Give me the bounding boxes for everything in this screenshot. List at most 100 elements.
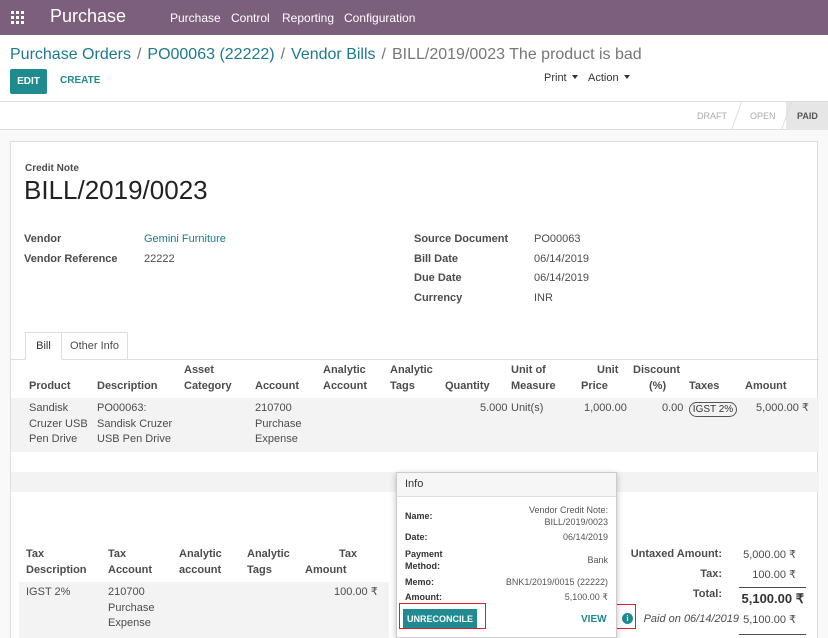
row-account: 210700 Purchase Expense <box>255 401 301 448</box>
tab-divider <box>11 359 819 360</box>
row-product-line: Pen Drive <box>29 433 78 445</box>
caret-down-icon <box>623 75 630 79</box>
vendor-reference-value: 22222 <box>144 253 175 265</box>
tax-col-analytic-tags-2: Tags <box>247 564 272 576</box>
paid-divider <box>739 634 806 635</box>
bill-date-label: Bill Date <box>414 253 459 265</box>
tab-other-info[interactable]: Other Info <box>62 332 128 360</box>
col-amount: Amount <box>745 380 787 392</box>
vendor-link[interactable]: Gemini Furniture <box>144 233 226 245</box>
row-amount: 5,000.00 ₹ <box>756 402 809 414</box>
menu-control[interactable]: Control <box>231 11 270 25</box>
bill-date-value: 06/14/2019 <box>534 253 590 265</box>
tax-col-description-2: Description <box>26 564 87 576</box>
popover-name-value-2: BILL/2019/0023 <box>544 517 608 527</box>
row-product-line: Sandisk <box>29 402 69 414</box>
vendor-reference-label: Vendor Reference <box>24 253 118 265</box>
breadcrumb-current: BILL/2019/0023 The product is bad <box>392 46 642 63</box>
col-analytic-tags-2: Tags <box>390 380 415 392</box>
popover-name-value-1: Vendor Credit Note: <box>528 505 608 515</box>
breadcrumb-purchase-orders[interactable]: Purchase Orders <box>10 46 131 63</box>
row-description: PO00063: Sandisk Cruzer USB Pen Drive <box>97 401 172 448</box>
tax-badge: IGST 2% <box>689 402 737 417</box>
tax-row-description: IGST 2% <box>26 586 71 598</box>
breadcrumb-separator: / <box>136 46 142 63</box>
popover-memo-label: Memo: <box>405 577 434 587</box>
tax-row-account-line: 210700 <box>108 586 145 598</box>
breadcrumb-separator: / <box>381 46 386 63</box>
row-product-line: Cruzer USB <box>29 417 88 430</box>
popover-date-label: Date: <box>405 532 428 542</box>
popover-title: Info <box>397 473 616 497</box>
breadcrumb-separator: / <box>280 46 286 63</box>
col-uom-2: Measure <box>511 380 556 392</box>
breadcrumb-vendor-bills[interactable]: Vendor Bills <box>291 46 376 63</box>
row-quantity: 5.000 <box>480 402 508 414</box>
row-description-line: Sandisk Cruzer <box>97 417 173 430</box>
tab-bill[interactable]: Bill <box>25 332 62 360</box>
stage-draft[interactable]: DRAFT <box>697 111 727 121</box>
popover-date-value: 06/14/2019 <box>562 532 608 542</box>
col-taxes: Taxes <box>689 380 720 392</box>
row-description-line: USB Pen Drive <box>97 433 171 445</box>
caret-down-icon <box>571 75 578 79</box>
action-label: Action <box>588 72 619 84</box>
info-icon-highlight <box>616 604 636 629</box>
popover-memo-value: BNK1/2019/0015 (22222) <box>505 577 608 587</box>
tax-col-account-1: Tax <box>108 548 127 560</box>
row-account-line: Purchase <box>255 417 302 430</box>
create-button[interactable]: CREATE <box>60 75 100 86</box>
stage-open[interactable]: OPEN <box>750 111 776 121</box>
currency-label: Currency <box>414 292 463 304</box>
tax-row-account-line: Expense <box>108 617 151 629</box>
untaxed-amount-label: Untaxed Amount: <box>630 548 722 560</box>
document-type-label: Credit Note <box>25 163 79 174</box>
row-account-line: 210700 <box>255 402 292 414</box>
paid-on-label: Paid on 06/14/2019 <box>643 613 739 625</box>
due-date-value: 06/14/2019 <box>534 272 590 284</box>
vendor-label: Vendor <box>24 233 62 245</box>
col-discount-1: Discount <box>633 364 681 376</box>
row-product: Sandisk Cruzer USB Pen Drive <box>29 401 88 448</box>
popover-payment-method-label-2: Method: <box>405 561 440 571</box>
popover-amount-label: Amount: <box>405 592 442 602</box>
col-quantity: Quantity <box>445 380 490 392</box>
print-dropdown[interactable]: Print <box>544 72 578 84</box>
popover-amount-value: 5,100.00 ₹ <box>564 592 608 602</box>
col-description: Description <box>97 380 158 392</box>
col-asset-category-2: Category <box>184 380 232 392</box>
apps-grid-icon[interactable] <box>11 11 24 24</box>
col-analytic-tags-1: Analytic <box>390 364 433 376</box>
col-analytic-account-1: Analytic <box>323 364 366 376</box>
col-analytic-account-2: Account <box>323 380 367 392</box>
menu-reporting[interactable]: Reporting <box>282 11 334 25</box>
row-unit-price: 1,000.00 <box>584 402 627 414</box>
stage-paid[interactable]: PAID <box>797 111 818 121</box>
currency-value: INR <box>534 292 553 304</box>
tax-col-analytic-account-2: account <box>179 564 222 576</box>
col-unit-price-1: Unit <box>597 364 619 376</box>
tax-row-account-line: Purchase <box>108 601 155 614</box>
popover-name-label: Name: <box>405 511 433 521</box>
col-uom-1: Unit of <box>511 364 546 376</box>
print-label: Print <box>544 72 567 84</box>
tax-col-amount-1: Tax <box>339 548 358 560</box>
edit-button[interactable]: EDIT <box>10 69 47 94</box>
col-discount-2: (%) <box>649 380 667 392</box>
tax-col-account-2: Account <box>108 564 152 576</box>
col-unit-price-2: Price <box>581 380 608 392</box>
menu-configuration[interactable]: Configuration <box>344 11 415 25</box>
tax-row-amount: 100.00 ₹ <box>334 586 378 598</box>
top-navbar: Purchase Purchase Control Reporting Conf… <box>0 0 828 35</box>
tax-col-analytic-tags-1: Analytic <box>247 548 290 560</box>
breadcrumb-po[interactable]: PO00063 (22222) <box>147 46 274 63</box>
action-dropdown[interactable]: Action <box>588 72 630 84</box>
app-title[interactable]: Purchase <box>50 6 126 27</box>
tax-col-amount-2: Amount <box>305 564 347 576</box>
control-panel: Purchase Orders / PO00063 (22222) / Vendor B… <box>0 35 828 102</box>
menu-purchase[interactable]: Purchase <box>170 11 221 25</box>
row-account-line: Expense <box>255 433 298 445</box>
due-date-label: Due Date <box>414 272 462 284</box>
view-payment-link[interactable]: VIEW <box>581 614 607 625</box>
status-bar: DRAFT OPEN PAID <box>0 102 828 130</box>
